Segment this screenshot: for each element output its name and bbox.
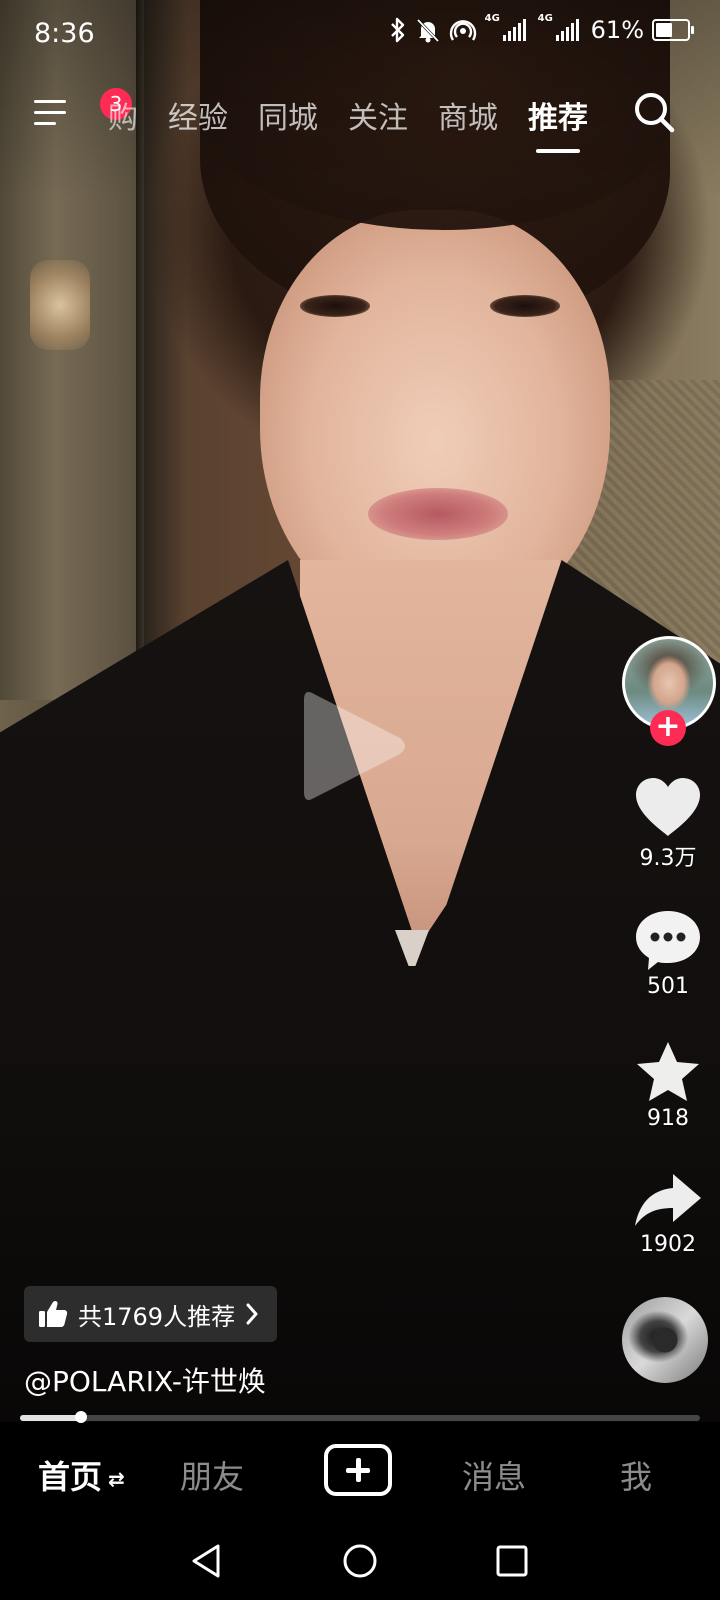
comment-icon: [636, 911, 700, 970]
tab-following[interactable]: 关注: [348, 93, 408, 137]
battery-icon: [652, 19, 694, 41]
battery-percent: 61%: [590, 16, 644, 44]
recents-icon[interactable]: [487, 1536, 537, 1586]
progress-fill: [20, 1415, 82, 1421]
system-nav: [0, 1526, 720, 1600]
signal-icon: 4G: [485, 13, 526, 41]
nav-home-label: 首页: [38, 1458, 103, 1496]
nav-messages[interactable]: 消息: [462, 1452, 526, 1498]
play-icon[interactable]: [300, 684, 410, 808]
tab-nearby[interactable]: 同城: [258, 93, 318, 137]
top-nav: 3 购 经验 同城 关注 商城 推荐: [0, 80, 720, 153]
nav-friends[interactable]: 朋友: [180, 1452, 244, 1498]
bell-off-icon: [416, 18, 439, 43]
create-button[interactable]: [324, 1444, 392, 1496]
tab-shop-partial[interactable]: 购: [108, 93, 138, 137]
nav-home[interactable]: 首页 ⇄: [38, 1452, 125, 1498]
comment-count: 501: [647, 974, 689, 999]
heart-icon: [636, 778, 700, 836]
follow-button[interactable]: +: [650, 710, 686, 746]
author-avatar-button[interactable]: +: [622, 636, 716, 746]
swap-icon: ⇄: [108, 1467, 125, 1491]
status-bar: 8:36 4G 4G 61%: [0, 0, 720, 70]
top-tabs: 购 经验 同城 关注 商城 推荐: [100, 80, 618, 153]
tab-mall[interactable]: 商城: [438, 93, 498, 137]
favorite-count: 918: [647, 1106, 689, 1131]
bottom-nav: 首页 ⇄ 朋友 消息 我: [0, 1424, 720, 1526]
like-button[interactable]: 9.3万: [616, 776, 720, 872]
network-type-label: 4G: [537, 13, 553, 24]
tab-recommend[interactable]: 推荐: [528, 93, 588, 153]
like-count: 9.3万: [639, 846, 697, 871]
hotspot-icon: [449, 20, 476, 41]
star-icon: [637, 1042, 699, 1101]
music-disc-icon[interactable]: [622, 1297, 708, 1383]
search-icon[interactable]: [632, 90, 676, 134]
status-time: 8:36: [34, 18, 95, 49]
comment-button[interactable]: 501: [616, 908, 720, 999]
status-icons: 4G 4G 61%: [389, 13, 694, 44]
recommend-count-label: 共1769人推荐: [78, 1302, 236, 1331]
share-button[interactable]: 1902: [616, 1170, 720, 1257]
nav-me[interactable]: 我: [620, 1452, 652, 1498]
share-count: 1902: [640, 1232, 696, 1257]
thumbs-up-icon: [39, 1300, 68, 1327]
menu-icon[interactable]: 3: [34, 88, 132, 132]
home-icon[interactable]: [335, 1536, 385, 1586]
tab-experience[interactable]: 经验: [168, 93, 228, 137]
bluetooth-icon: [390, 17, 404, 43]
back-icon[interactable]: [182, 1536, 232, 1586]
video-progress-bar[interactable]: [20, 1411, 700, 1423]
chevron-right-icon: [246, 1303, 258, 1325]
signal-icon: 4G: [538, 13, 579, 41]
network-type-label: 4G: [484, 13, 500, 24]
favorite-button[interactable]: 918: [616, 1040, 720, 1131]
recommend-chip[interactable]: 共1769人推荐: [24, 1286, 278, 1342]
share-icon: [635, 1174, 701, 1226]
author-name[interactable]: @POLARIX-许世焕: [24, 1360, 266, 1400]
